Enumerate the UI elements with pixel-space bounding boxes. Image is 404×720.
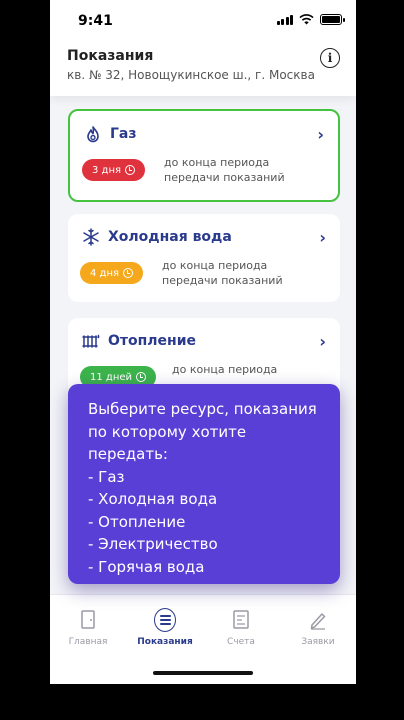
deadline-text: до конца периода передачи показаний bbox=[164, 156, 285, 184]
badge-label: 3 дня bbox=[92, 164, 122, 176]
resource-card-gas[interactable]: Газ › 3 дня до конца периода передачи по… bbox=[68, 109, 340, 202]
wifi-icon bbox=[299, 14, 314, 25]
address-text: кв. № 32, Новощукинское ш., г. Москва bbox=[67, 68, 315, 82]
days-left-badge: 3 дня bbox=[82, 159, 146, 181]
radiator-icon bbox=[82, 332, 100, 350]
days-left-badge: 4 дня bbox=[80, 262, 144, 284]
status-icons bbox=[276, 14, 345, 25]
snowflake-icon bbox=[82, 228, 100, 246]
tooltip-list-item: - Горячая вода bbox=[88, 557, 205, 576]
resource-card-cold-water[interactable]: Холодная вода › 4 дня до конца периода п… bbox=[68, 214, 340, 302]
chevron-right-icon: › bbox=[317, 125, 324, 144]
tab-label: Главная bbox=[68, 637, 108, 647]
tab-requests[interactable]: Заявки bbox=[283, 609, 353, 647]
pencil-icon bbox=[307, 609, 329, 631]
tab-label: Заявки bbox=[301, 637, 335, 647]
tab-label: Показания bbox=[137, 637, 193, 647]
tooltip-intro: Выберите ресурс, показания по которому х… bbox=[88, 400, 317, 463]
tab-bills[interactable]: Счета bbox=[206, 609, 276, 647]
tab-home[interactable]: Главная bbox=[53, 609, 123, 647]
bill-icon bbox=[230, 609, 252, 631]
onboarding-tooltip[interactable]: Выберите ресурс, показания по которому х… bbox=[68, 384, 340, 584]
page-title: Показания bbox=[67, 48, 154, 64]
chevron-right-icon: › bbox=[319, 228, 326, 247]
clock-icon bbox=[123, 268, 134, 278]
tooltip-list-item: - Отопление bbox=[88, 512, 186, 531]
meter-icon bbox=[154, 608, 176, 632]
battery-icon bbox=[320, 14, 345, 25]
info-icon[interactable]: i bbox=[320, 48, 340, 68]
gas-flame-icon bbox=[84, 125, 102, 143]
door-icon bbox=[77, 609, 99, 631]
badge-label: 4 дня bbox=[90, 267, 120, 279]
deadline-text: до конца периода передачи показаний bbox=[162, 259, 283, 287]
tab-label: Счета bbox=[227, 637, 255, 647]
chevron-right-icon: › bbox=[319, 332, 326, 351]
clock-icon bbox=[136, 372, 147, 382]
bottom-tab-bar: Главная Показания Счета Заявки bbox=[50, 594, 356, 684]
tooltip-list-item: - Холодная вода bbox=[88, 490, 218, 508]
clock-icon bbox=[125, 165, 136, 175]
tab-readings[interactable]: Показания bbox=[130, 608, 200, 647]
phone-screen: 9:41 Показания кв. № 32, Новощукинское ш… bbox=[50, 0, 356, 684]
badge-label: 11 дней bbox=[90, 371, 133, 383]
tooltip-list-item: - Газ bbox=[88, 467, 125, 486]
home-indicator bbox=[153, 671, 253, 675]
signal-icon bbox=[276, 14, 293, 25]
card-title: Отопление bbox=[108, 333, 197, 349]
status-bar: 9:41 bbox=[50, 0, 356, 44]
tooltip-resource-list: - Газ - Холодная вода - Отопление - Элек… bbox=[88, 466, 320, 579]
card-title: Холодная вода bbox=[108, 229, 232, 245]
status-time: 9:41 bbox=[78, 13, 113, 29]
card-title: Газ bbox=[110, 126, 137, 142]
page-header: Показания кв. № 32, Новощукинское ш., г.… bbox=[50, 44, 356, 96]
deadline-text: до конца периода bbox=[172, 363, 278, 376]
tooltip-list-item: - Электричество bbox=[88, 535, 218, 553]
